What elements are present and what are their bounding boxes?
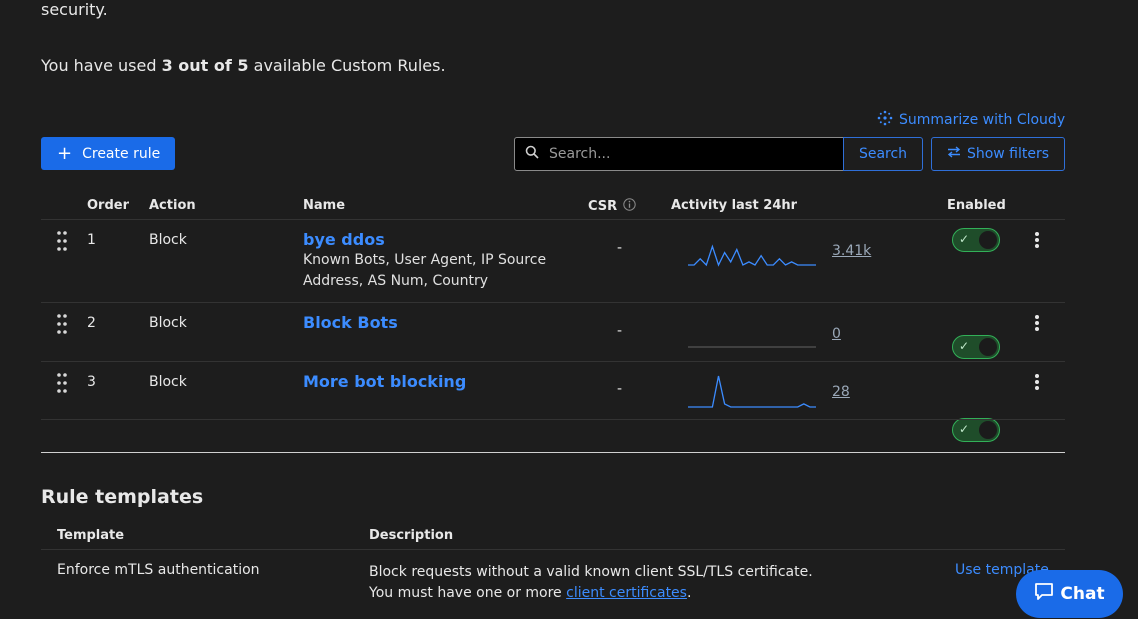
- template-description: Block requests without a valid known cli…: [369, 564, 813, 601]
- activity-count-link[interactable]: 28: [832, 384, 850, 400]
- template-name: Enforce mTLS authentication: [57, 562, 260, 578]
- sparkline-path: [688, 375, 816, 408]
- column-header-template: Template: [57, 528, 125, 543]
- divider: [41, 302, 1065, 303]
- rule-order: 1: [87, 232, 96, 248]
- rule-order: 2: [87, 315, 96, 331]
- divider: [41, 219, 1065, 220]
- column-header-order[interactable]: Order: [87, 198, 129, 213]
- activity-count-link[interactable]: 3.41k: [832, 243, 871, 259]
- rule-csr: -: [617, 323, 623, 339]
- section-divider: [41, 452, 1065, 453]
- rule-name-link[interactable]: More bot blocking: [303, 372, 466, 391]
- rule-csr: -: [617, 381, 623, 397]
- info-icon[interactable]: [623, 198, 636, 215]
- check-icon: ✓: [959, 339, 970, 353]
- column-header-enabled: Enabled: [947, 198, 1006, 213]
- usage-amount: 3 out of 5: [161, 56, 249, 75]
- rule-name-link[interactable]: bye ddos: [303, 230, 385, 249]
- rule-templates-heading: Rule templates: [41, 486, 204, 508]
- search-icon: [525, 145, 539, 163]
- column-header-description: Description: [369, 528, 454, 543]
- drag-handle-icon[interactable]: [56, 230, 68, 256]
- column-header-csr: CSR: [588, 198, 636, 215]
- more-options-icon[interactable]: [1034, 314, 1040, 336]
- rule-csr: -: [617, 240, 623, 256]
- enabled-toggle[interactable]: ✓: [952, 418, 1000, 442]
- rule-name-link[interactable]: Block Bots: [303, 313, 398, 332]
- activity-sparkline: [688, 375, 816, 408]
- search-input[interactable]: [547, 145, 831, 163]
- column-header-activity: Activity last 24hr: [671, 198, 798, 213]
- plus-icon: +: [57, 142, 73, 164]
- summarize-cloudy-link[interactable]: Summarize with Cloudy: [877, 110, 1065, 130]
- create-rule-button[interactable]: + Create rule: [41, 137, 175, 170]
- search-button[interactable]: Search: [843, 137, 923, 171]
- enabled-toggle[interactable]: ✓: [952, 228, 1000, 252]
- chat-button[interactable]: Chat: [1016, 570, 1123, 618]
- more-options-icon[interactable]: [1034, 231, 1040, 253]
- drag-handle-icon[interactable]: [56, 372, 68, 398]
- rule-action: Block: [149, 232, 187, 248]
- activity-sparkline: [688, 346, 816, 348]
- divider: [41, 549, 1065, 550]
- intro-text: security.: [41, 0, 108, 19]
- more-options-icon[interactable]: [1034, 373, 1040, 395]
- activity-sparkline: [688, 244, 816, 267]
- chat-bubble-icon: [1034, 582, 1054, 606]
- divider: [41, 361, 1065, 362]
- search-box: [514, 137, 844, 171]
- show-filters-button[interactable]: Show filters: [931, 137, 1065, 171]
- usage-text: You have used 3 out of 5 available Custo…: [41, 56, 446, 75]
- rule-order: 3: [87, 374, 96, 390]
- rule-fields: Known Bots, User Agent, IP Source Addres…: [303, 252, 547, 289]
- client-certificates-link[interactable]: client certificates: [566, 585, 687, 601]
- rule-action: Block: [149, 315, 187, 331]
- activity-count-link[interactable]: 0: [832, 326, 841, 342]
- check-icon: ✓: [959, 232, 970, 246]
- divider: [41, 419, 1065, 420]
- sparkles-icon: [877, 110, 893, 130]
- enabled-toggle[interactable]: ✓: [952, 335, 1000, 359]
- swap-arrows-icon: [947, 146, 961, 162]
- sparkline-path: [688, 244, 816, 267]
- drag-handle-icon[interactable]: [56, 313, 68, 339]
- rule-action: Block: [149, 374, 187, 390]
- column-header-name[interactable]: Name: [303, 198, 345, 213]
- check-icon: ✓: [959, 422, 970, 436]
- column-header-action[interactable]: Action: [149, 198, 196, 213]
